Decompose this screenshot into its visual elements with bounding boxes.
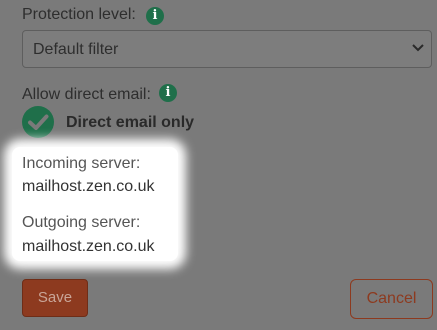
outgoing-server-value: mailhost.zen.co.uk: [22, 238, 155, 255]
direct-email-info-icon[interactable]: i: [159, 84, 177, 102]
outgoing-server-label: Outgoing server:: [22, 214, 141, 231]
incoming-server-value: mailhost.zen.co.uk: [22, 178, 155, 195]
incoming-server-label: Incoming server:: [22, 155, 141, 172]
chevron-down-icon: [412, 44, 424, 52]
protection-level-select[interactable]: Default filter: [22, 30, 432, 68]
direct-email-status: Direct email only: [66, 114, 195, 131]
protection-level-value: Default filter: [33, 41, 119, 58]
protection-info-icon[interactable]: i: [146, 7, 164, 25]
save-button[interactable]: Save: [22, 279, 88, 317]
protection-level-label: Protection level:: [22, 6, 136, 23]
allow-direct-email-label: Allow direct email:: [22, 86, 151, 103]
cancel-button[interactable]: Cancel: [350, 279, 433, 319]
check-circle-icon: [22, 106, 54, 138]
